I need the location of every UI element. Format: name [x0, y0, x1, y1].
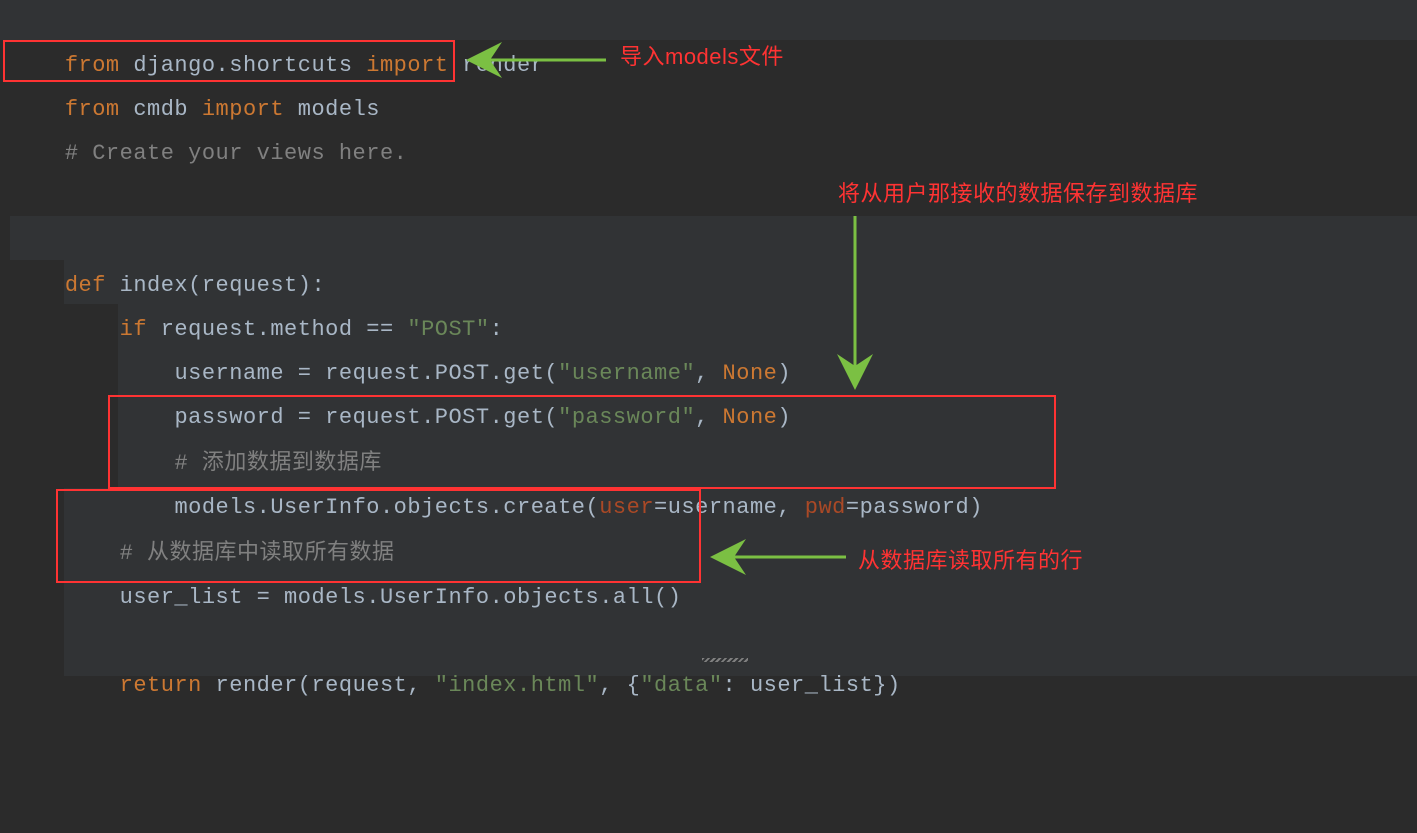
- mid: , {: [599, 673, 640, 698]
- str-indexhtml: index.html: [448, 673, 585, 698]
- indent: [65, 673, 120, 698]
- annotation-1: 导入models文件: [620, 44, 784, 70]
- sp: [202, 673, 216, 698]
- indent-cut-3: [0, 584, 10, 628]
- annotation-2: 将从用户那接收的数据保存到数据库: [838, 181, 1198, 207]
- comment-create: # Create your views here.: [65, 141, 408, 166]
- call-render: render(request,: [216, 673, 435, 698]
- tail: : user_list}): [723, 673, 901, 698]
- code-line-15: return render(request, "index.html", {"d…: [10, 620, 1417, 752]
- kw-return: return: [120, 673, 202, 698]
- indent: [65, 585, 120, 610]
- code-editor: from django.shortcuts import render from…: [0, 0, 1417, 833]
- annotation-3: 从数据库读取所有的行: [858, 548, 1083, 574]
- userlist-assign: user_list = models.UserInfo.objects.all(…: [120, 585, 682, 610]
- q: ": [435, 673, 449, 698]
- q: ": [709, 673, 723, 698]
- highlight-box-1: [3, 40, 455, 82]
- highlight-box-3: [56, 489, 701, 583]
- highlight-box-2: [108, 395, 1056, 489]
- code-line-3: # Create your views here.: [10, 88, 1417, 220]
- q: ": [640, 673, 654, 698]
- wavy-underline: [702, 658, 748, 662]
- q: ": [586, 673, 600, 698]
- str-data: data: [654, 673, 709, 698]
